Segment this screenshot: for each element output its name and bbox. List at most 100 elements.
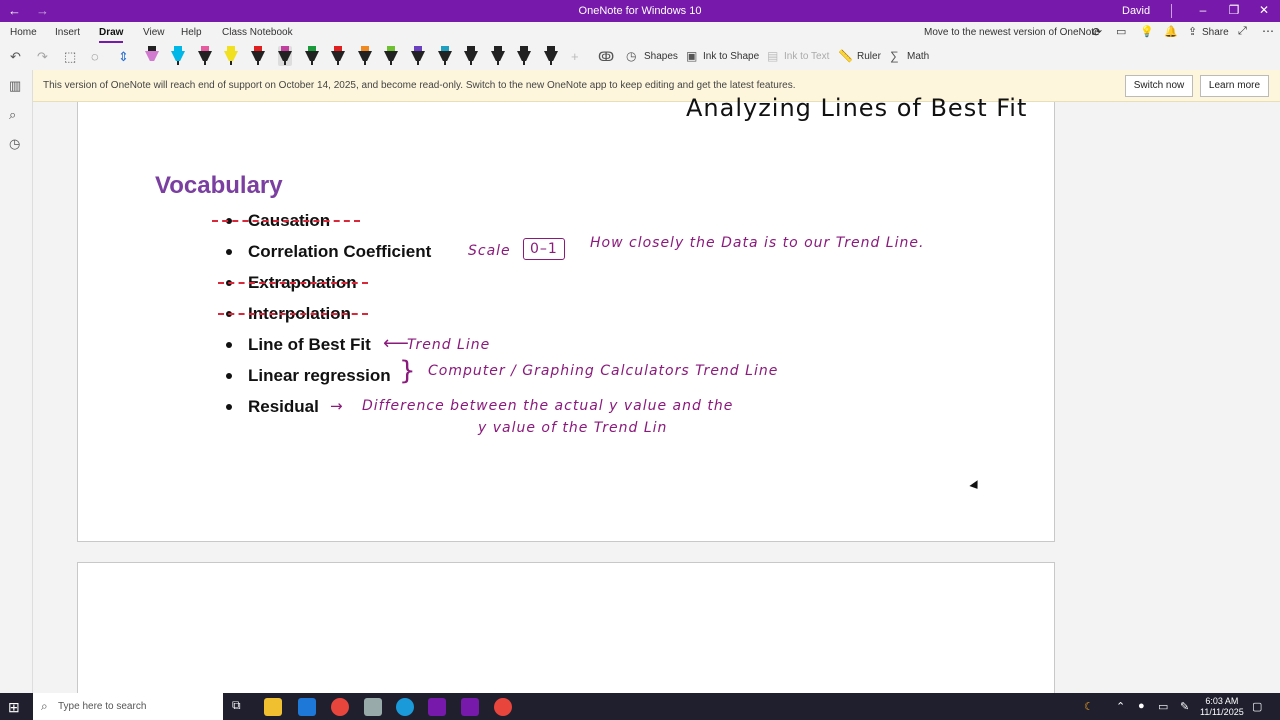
chrome-2-icon[interactable] <box>494 698 512 716</box>
bell-icon[interactable]: 🔔 <box>1164 25 1178 38</box>
tab-insert[interactable]: Insert <box>55 27 80 38</box>
highlighter-yellow-icon[interactable] <box>224 46 238 66</box>
vocabulary-heading: Vocabulary <box>155 172 283 199</box>
windows-taskbar: ⊞ ⌕ Type here to search ⧉ ☾ ⌃ ● ▭ ✎ 6:03… <box>0 693 1280 720</box>
lightbulb-icon[interactable]: 💡 <box>1140 25 1154 38</box>
pen-purple-selected-icon[interactable] <box>278 46 292 66</box>
bullet-icon <box>226 342 232 348</box>
select-objects-icon[interactable]: ◌ <box>91 49 99 64</box>
recent-icon[interactable]: ◷ <box>9 136 20 152</box>
chrome-icon[interactable] <box>331 698 349 716</box>
pen-teal-icon[interactable] <box>438 46 452 66</box>
windows-start-icon[interactable]: ⊞ <box>8 699 20 716</box>
learn-more-button[interactable]: Learn more <box>1200 75 1269 97</box>
pen-green-icon[interactable] <box>305 46 319 66</box>
pen-lime-icon[interactable] <box>384 46 398 66</box>
share-button[interactable]: Share <box>1202 27 1229 38</box>
strike-through-ink <box>218 282 368 284</box>
ink-arrow: ⟵ <box>383 333 410 354</box>
title-bar: ← → OneNote for Windows 10 David – ❐ ✕ <box>0 0 1280 22</box>
ribbon-tabs: Home Insert Draw View Help Class Noteboo… <box>0 22 1280 44</box>
ruler-icon[interactable]: 📏 <box>838 49 853 63</box>
onenote-icon[interactable] <box>428 698 446 716</box>
newest-version-link[interactable]: Move to the newest version of OneNote <box>924 27 1100 38</box>
app-icon[interactable] <box>364 698 382 716</box>
file-explorer-icon[interactable] <box>264 698 282 716</box>
redo-icon[interactable]: ↷ <box>37 49 48 65</box>
sync-icon[interactable]: ⟳ <box>1092 25 1102 39</box>
ink-range-box: 0–1 <box>523 238 565 260</box>
switch-now-button[interactable]: Switch now <box>1125 75 1193 97</box>
notifications-icon[interactable]: ▢ <box>1252 700 1262 713</box>
banner-message: This version of OneNote will reach end o… <box>43 80 796 91</box>
math-button[interactable]: Math <box>907 51 929 62</box>
next-page[interactable] <box>77 562 1055 693</box>
lasso-select-icon[interactable]: ⬚ <box>64 49 76 65</box>
onenote-2-icon[interactable] <box>461 698 479 716</box>
pen-black-2-icon[interactable] <box>491 46 505 66</box>
notebooks-icon[interactable]: ▭ <box>1116 25 1126 38</box>
math-icon[interactable]: ∑ <box>890 49 899 63</box>
user-name[interactable]: David <box>1122 5 1150 17</box>
pen-black-4-icon[interactable] <box>544 46 558 66</box>
insert-space-icon[interactable]: ⇕ <box>118 49 129 65</box>
pen-violet-icon[interactable] <box>411 46 425 66</box>
mail-icon[interactable] <box>298 698 316 716</box>
ink-residual-line1: Difference between the actual y value an… <box>362 398 734 414</box>
pen-red-icon[interactable] <box>251 46 265 66</box>
search-icon[interactable]: ⌕ <box>9 107 16 123</box>
ink-to-shape-button[interactable]: Ink to Shape <box>703 51 759 62</box>
close-icon[interactable]: ✕ <box>1254 3 1274 17</box>
network-icon[interactable]: ▭ <box>1158 700 1168 713</box>
notebooks-icon[interactable]: ▥ <box>9 78 21 94</box>
pen-orange-icon[interactable] <box>358 46 372 66</box>
eraser-icon[interactable] <box>145 46 159 66</box>
ink-to-text-icon[interactable]: ▤ <box>767 49 778 63</box>
undo-icon[interactable]: ↶ <box>10 49 21 65</box>
taskbar-search[interactable]: ⌕ Type here to search <box>33 693 223 720</box>
share-icon[interactable]: ⇪ <box>1188 25 1197 38</box>
strike-through-ink <box>218 313 368 315</box>
ink-to-text-button[interactable]: Ink to Text <box>784 51 829 62</box>
clock-time: 6:03 AM <box>1205 696 1239 706</box>
tray-chevron-icon[interactable]: ⌃ <box>1116 700 1125 713</box>
lasso-ink-icon[interactable]: ↂ <box>598 49 614 65</box>
note-page[interactable] <box>77 102 1055 542</box>
task-view-icon[interactable]: ⧉ <box>232 698 250 716</box>
tab-help[interactable]: Help <box>181 27 202 38</box>
term-residual: Residual <box>248 397 319 416</box>
tab-class-notebook[interactable]: Class Notebook <box>222 27 293 38</box>
night-light-icon[interactable]: ☾ <box>1084 700 1094 713</box>
bullet-icon <box>226 249 232 255</box>
restore-icon[interactable]: ❐ <box>1224 3 1244 17</box>
pen-cyan-icon[interactable] <box>171 46 185 66</box>
ruler-button[interactable]: Ruler <box>857 51 881 62</box>
minimize-icon[interactable]: – <box>1193 3 1213 17</box>
search-icon: ⌕ <box>41 699 48 713</box>
tab-home[interactable]: Home <box>10 27 37 38</box>
window-title: OneNote for Windows 10 <box>578 5 702 17</box>
pen-black-icon[interactable] <box>464 46 478 66</box>
microphone-icon[interactable]: ● <box>1138 700 1145 712</box>
pen-red-2-icon[interactable] <box>331 46 345 66</box>
tab-view[interactable]: View <box>143 27 165 38</box>
pen-black-3-icon[interactable] <box>517 46 531 66</box>
strike-through-ink <box>212 220 360 222</box>
ink-trend-line: Trend Line <box>407 337 491 353</box>
pen-tray-icon[interactable]: ✎ <box>1180 700 1189 713</box>
term-line-of-best-fit: Line of Best Fit <box>248 335 371 354</box>
shapes-icon[interactable]: ◷ <box>626 49 636 63</box>
ink-residual-line2: y value of the Trend Lin <box>478 420 668 436</box>
ink-to-shape-icon[interactable]: ▣ <box>686 49 697 63</box>
term-linear-regression: Linear regression <box>248 366 391 385</box>
fullscreen-icon[interactable]: ⤢ <box>1238 25 1247 38</box>
left-navigation-rail: ▥ ⌕ ◷ <box>0 70 33 693</box>
tab-draw[interactable]: Draw <box>99 27 124 43</box>
add-pen-icon[interactable]: + <box>571 49 579 64</box>
clock[interactable]: 6:03 AM 11/11/2025 <box>1200 696 1244 718</box>
more-icon[interactable]: ⋯ <box>1262 24 1274 38</box>
end-of-support-banner: This version of OneNote will reach end o… <box>33 70 1280 102</box>
edge-icon[interactable] <box>396 698 414 716</box>
pen-pink-icon[interactable] <box>198 46 212 66</box>
shapes-button[interactable]: Shapes <box>644 51 678 62</box>
